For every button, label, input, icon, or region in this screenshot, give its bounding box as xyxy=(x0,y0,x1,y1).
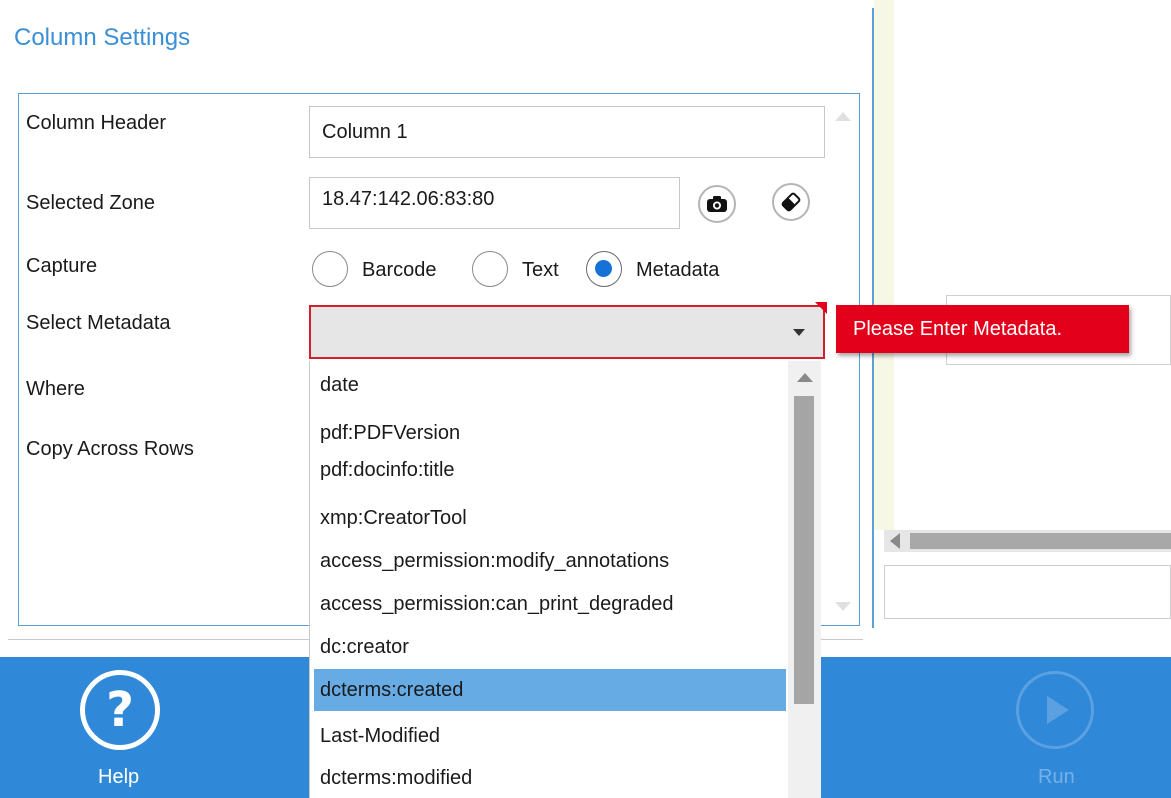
column-header-label: Column Header xyxy=(26,112,167,134)
metadata-dropdown-list[interactable]: date pdf:PDFVersion pdf:docinfo:title xm… xyxy=(309,361,821,798)
help-label[interactable]: Help xyxy=(98,766,139,789)
help-button[interactable]: ? xyxy=(80,670,160,750)
document-preview[interactable] xyxy=(894,0,1171,530)
error-marker xyxy=(815,302,827,314)
preview-status-box xyxy=(884,565,1171,619)
scrollbar-thumb[interactable] xyxy=(794,396,814,704)
scroll-left-icon[interactable] xyxy=(890,533,900,549)
selected-zone-input[interactable]: 18.47:142.06:83:80 xyxy=(309,177,680,229)
metadata-radio-label[interactable]: Metadata xyxy=(636,259,719,282)
scroll-down-icon[interactable] xyxy=(835,602,851,611)
text-radio-label[interactable]: Text xyxy=(522,259,559,282)
scrollbar-thumb[interactable] xyxy=(910,533,1171,549)
text-radio[interactable] xyxy=(472,251,508,287)
settings-scrollbar[interactable] xyxy=(826,94,858,624)
list-item[interactable]: pdf:PDFVersion xyxy=(314,412,786,454)
chevron-down-icon[interactable] xyxy=(793,329,805,336)
selected-zone-label: Selected Zone xyxy=(26,192,155,214)
list-item[interactable]: date xyxy=(314,364,786,406)
list-item[interactable]: pdf:docinfo:title xyxy=(314,449,786,491)
column-header-input[interactable]: Column 1 xyxy=(309,106,825,158)
list-item[interactable]: xmp:CreatorTool xyxy=(314,497,786,539)
capture-zone-button[interactable] xyxy=(698,185,736,223)
camera-icon xyxy=(707,196,727,212)
scroll-up-icon[interactable] xyxy=(797,373,813,382)
play-icon xyxy=(1047,696,1069,724)
list-item[interactable]: dc:creator xyxy=(314,626,786,668)
capture-label: Capture xyxy=(26,255,98,277)
preview-margin xyxy=(874,0,894,530)
list-item[interactable]: access_permission:modify_annotations xyxy=(314,540,786,582)
metadata-radio[interactable] xyxy=(586,251,622,287)
select-metadata-label: Select Metadata xyxy=(26,312,171,334)
list-item[interactable]: Last-Modified xyxy=(314,715,786,757)
run-button[interactable] xyxy=(1016,671,1094,749)
list-item[interactable]: access_permission:can_print_degraded xyxy=(314,583,786,625)
metadata-combobox[interactable] xyxy=(309,305,825,359)
copy-across-rows-label: Copy Across Rows xyxy=(26,438,194,460)
list-item-selected[interactable]: dcterms:created xyxy=(314,669,786,711)
page-title: Column Settings xyxy=(14,24,191,51)
error-tooltip: Please Enter Metadata. xyxy=(836,305,1129,353)
eraser-icon xyxy=(781,192,801,212)
list-item[interactable]: dcterms:modified xyxy=(314,757,786,798)
barcode-radio-label[interactable]: Barcode xyxy=(362,259,437,282)
question-mark-icon: ? xyxy=(106,682,134,738)
clear-zone-button[interactable] xyxy=(772,183,810,221)
dropdown-scrollbar[interactable] xyxy=(788,361,821,798)
barcode-radio[interactable] xyxy=(312,251,348,287)
scroll-up-icon[interactable] xyxy=(835,112,851,121)
run-label[interactable]: Run xyxy=(1038,766,1075,789)
horizontal-scrollbar[interactable] xyxy=(884,530,1171,552)
where-label: Where xyxy=(26,378,85,400)
